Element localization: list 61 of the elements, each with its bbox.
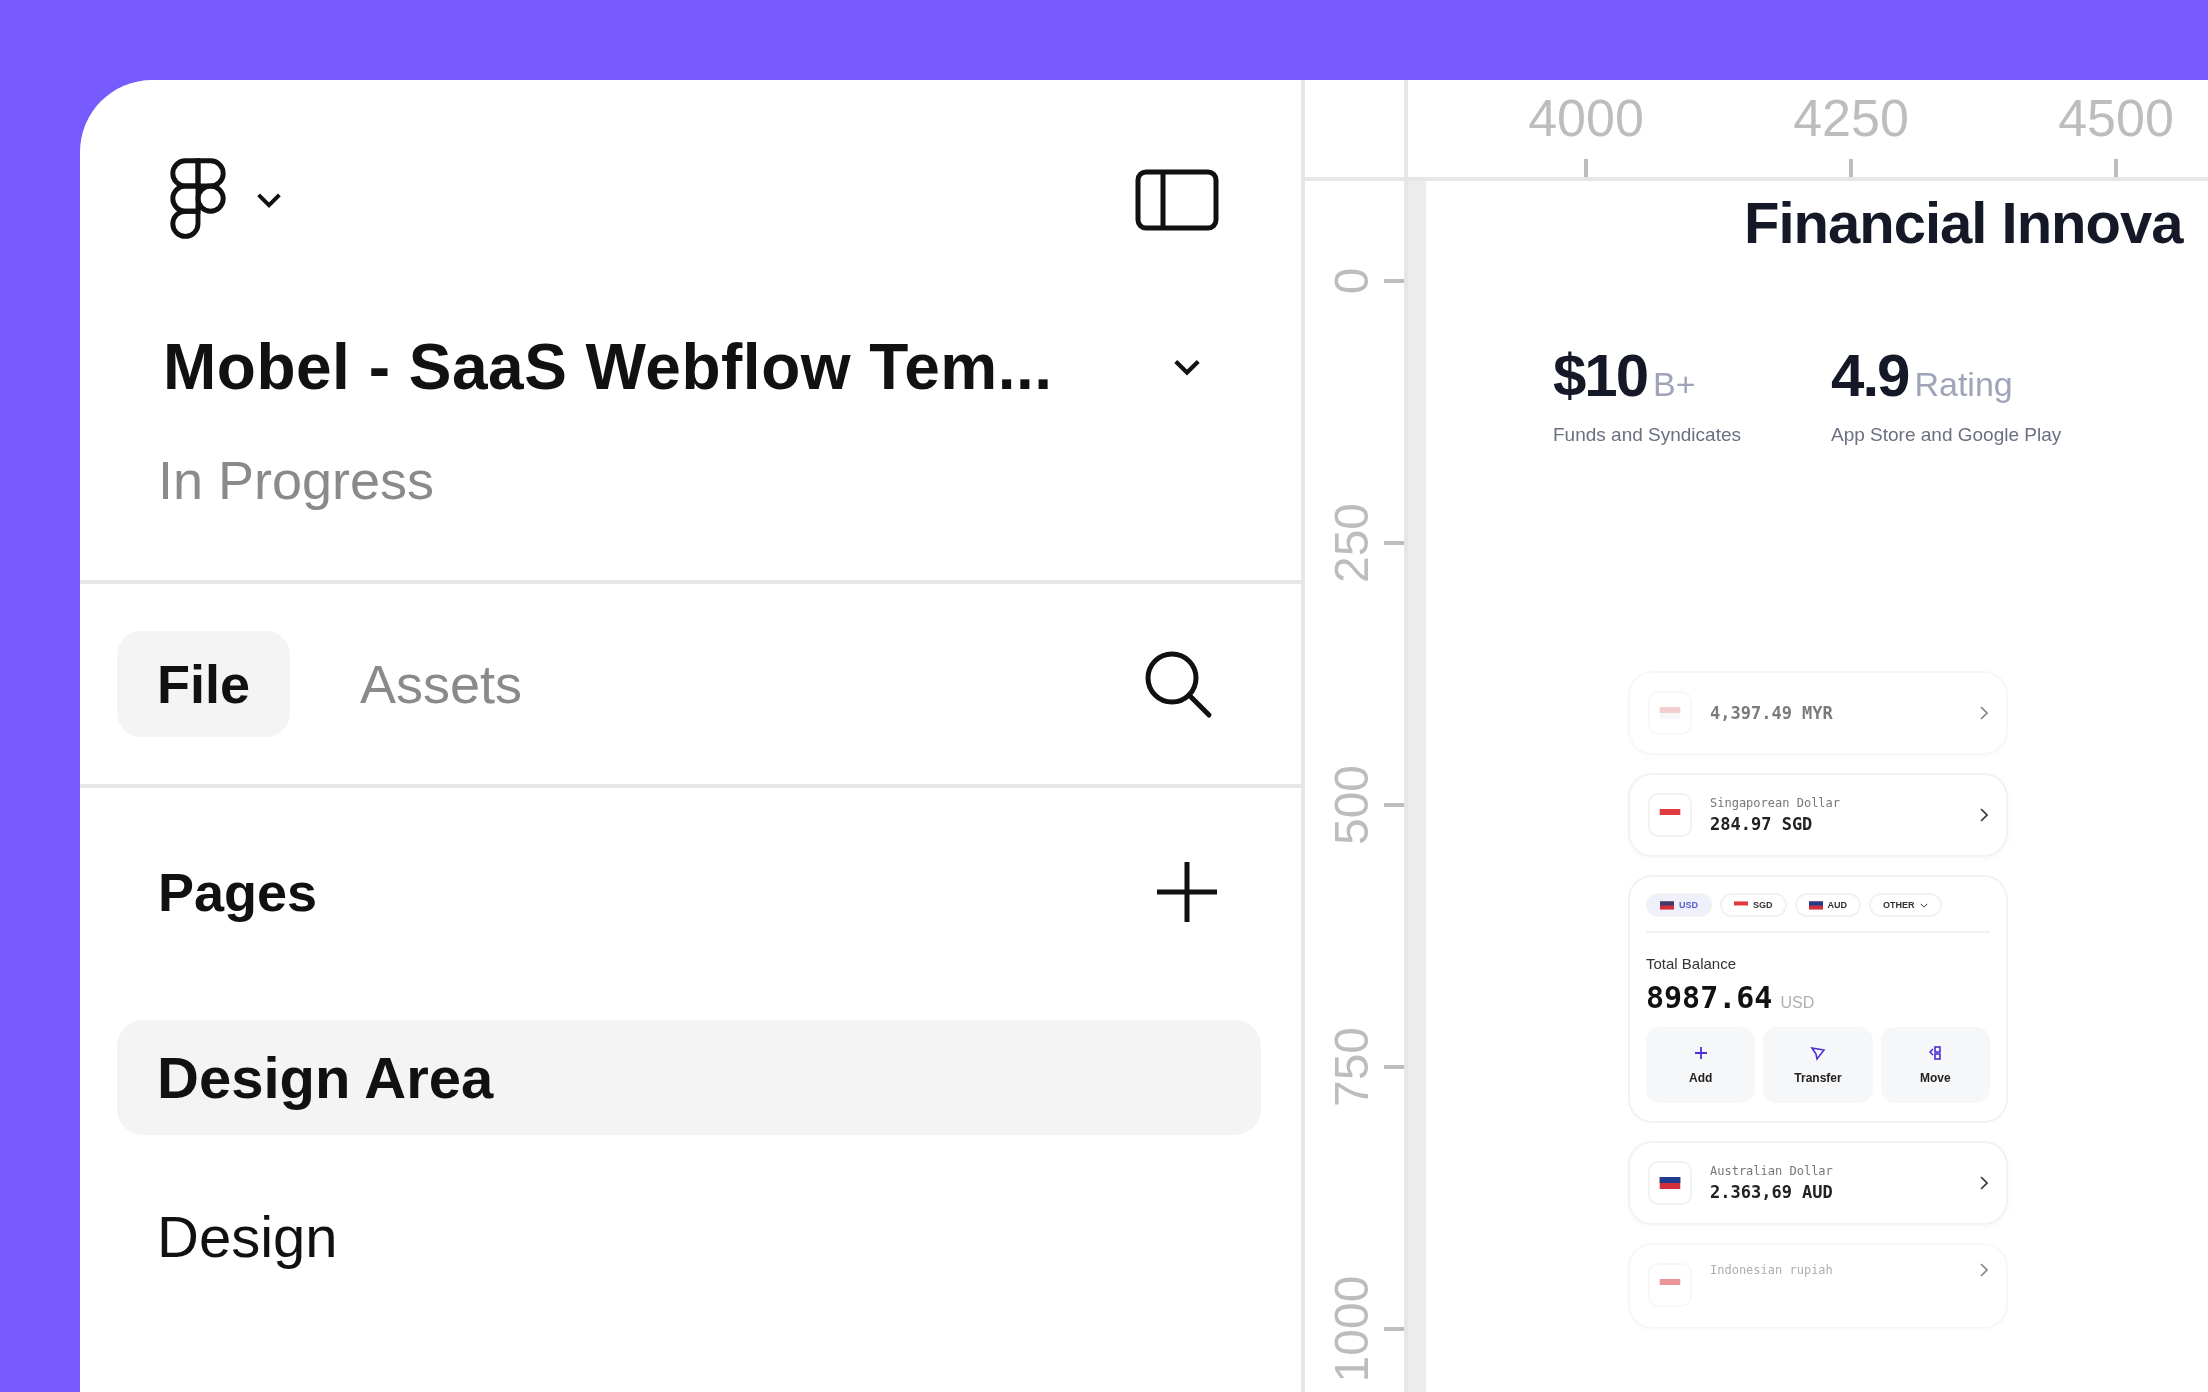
- figma-logo-icon[interactable]: [168, 158, 228, 242]
- chevron-right-icon[interactable]: [1980, 1176, 1988, 1190]
- chevron-down-icon[interactable]: [1173, 358, 1201, 376]
- stat-caption: Funds and Syndicates: [1553, 424, 1741, 446]
- account-amount: 4,397.49 MYR: [1710, 703, 1834, 723]
- ruler-label: 500: [1323, 764, 1379, 846]
- stat-value: 4.9: [1831, 341, 1909, 410]
- currency-chip[interactable]: USD: [1646, 893, 1712, 917]
- currency-chip[interactable]: SGD: [1720, 893, 1787, 917]
- flag-icon: [1659, 707, 1681, 719]
- ruler-tick: [1849, 159, 1853, 177]
- panel-tab[interactable]: File: [117, 631, 291, 737]
- balance-label: Total Balance: [1646, 955, 1738, 972]
- account-amount: 2.363,69 AUD: [1710, 1182, 1834, 1202]
- chevron-right-icon[interactable]: [1980, 808, 1988, 822]
- ruler-tick: [1384, 1065, 1404, 1069]
- flag-icon: [1659, 1177, 1681, 1189]
- ruler-tick: [1384, 803, 1404, 807]
- send-icon: [1810, 1045, 1826, 1061]
- ruler-tick: [2114, 159, 2118, 177]
- chevron-down-icon[interactable]: [256, 192, 282, 208]
- ruler-label: 4250: [1793, 88, 1909, 148]
- currency-name: Singaporean Dollar: [1710, 796, 1842, 810]
- page-item[interactable]: Design: [117, 1179, 1261, 1294]
- stat-unit: B+: [1653, 365, 1696, 404]
- pages-heading: Pages: [158, 861, 318, 923]
- action-button[interactable]: Move: [1880, 1027, 1990, 1103]
- ruler-tick: [1384, 279, 1404, 283]
- add-icon[interactable]: [1155, 860, 1219, 924]
- balance-amount: 8987.64: [1646, 980, 1773, 1015]
- ruler-label: 4500: [2058, 88, 2174, 148]
- search-icon[interactable]: [1143, 649, 1213, 719]
- balance-currency: USD: [1780, 994, 1815, 1012]
- ruler-label: 1000: [1323, 1275, 1379, 1383]
- sidebar-toggle-icon[interactable]: [1135, 169, 1219, 231]
- ruler-tick: [1384, 1327, 1404, 1331]
- currency-chip[interactable]: AUD: [1794, 893, 1862, 917]
- stat-unit: Rating: [1914, 365, 2013, 404]
- file-title[interactable]: Mobel - SaaS Webflow Tem...: [163, 330, 1053, 404]
- ruler-tick: [1584, 159, 1588, 177]
- page-heading: Financial Innova: [1743, 189, 2185, 256]
- page-item[interactable]: Design Area: [117, 1020, 1261, 1135]
- stat-value: $10: [1553, 341, 1648, 410]
- currency-name: Australian Dollar: [1710, 1164, 1834, 1178]
- flag-icon: [1660, 900, 1674, 910]
- ruler-label: 250: [1323, 502, 1379, 584]
- ruler-tick: [1384, 541, 1404, 545]
- stat-caption: App Store and Google Play: [1831, 424, 2062, 446]
- action-button[interactable]: Add: [1646, 1027, 1756, 1103]
- account-amount: 284.97 SGD: [1710, 814, 1814, 834]
- plus-icon: [1692, 1045, 1709, 1061]
- caret-icon: [1919, 902, 1928, 908]
- file-status: In Progress: [157, 449, 436, 512]
- currency-name: Indonesian rupiah: [1710, 1263, 1834, 1277]
- ruler-label: 0: [1323, 267, 1379, 295]
- ruler-label: 4000: [1528, 88, 1644, 148]
- currency-chip[interactable]: OTHER: [1869, 893, 1942, 917]
- action-button[interactable]: Transfer: [1763, 1027, 1873, 1103]
- ruler-label: 750: [1323, 1026, 1379, 1108]
- squares-icon: [1927, 1045, 1944, 1061]
- flag-icon: [1808, 900, 1823, 910]
